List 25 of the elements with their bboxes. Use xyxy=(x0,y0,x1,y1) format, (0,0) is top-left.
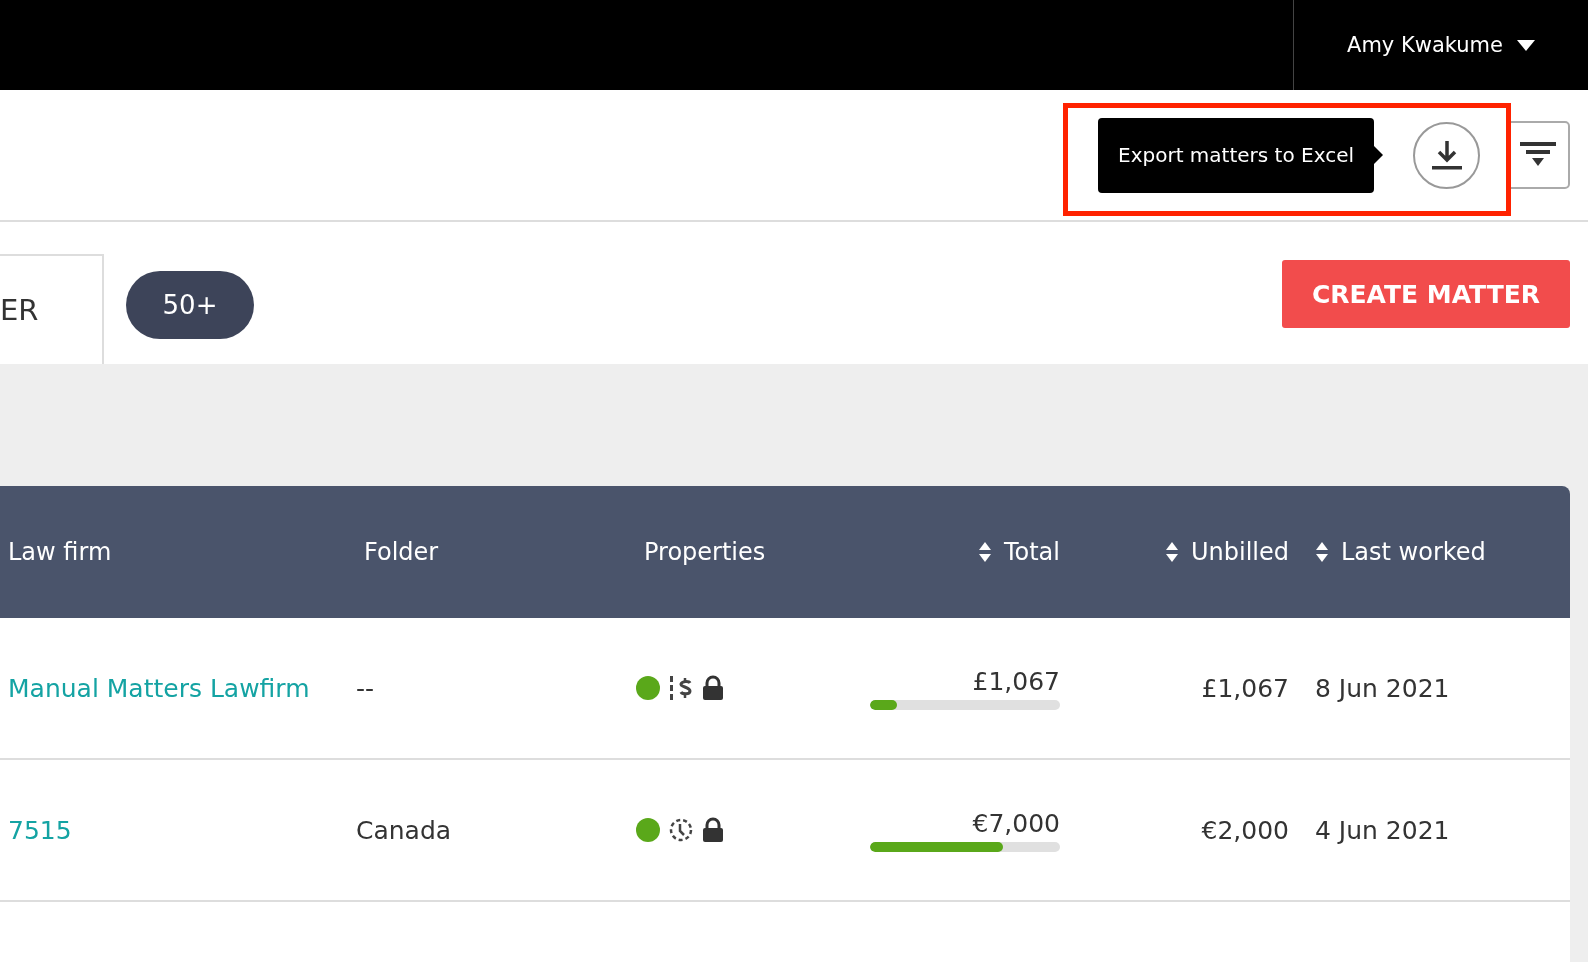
column-header: Properties xyxy=(644,538,766,566)
tooltip: Export matters to Excel xyxy=(1098,117,1374,193)
filter-icon xyxy=(1520,142,1556,168)
unbilled-cell: £1,067 xyxy=(1201,673,1289,703)
download-icon xyxy=(1429,138,1464,172)
column-header[interactable]: Total xyxy=(1003,538,1060,566)
column-header: Folder xyxy=(364,538,439,566)
column-header[interactable]: Unbilled xyxy=(1191,538,1289,566)
sort-icon[interactable] xyxy=(1315,541,1329,563)
unbilled-cell: €2,000 xyxy=(1201,815,1289,845)
count-badge: 50+ xyxy=(126,271,254,339)
column-header[interactable]: Last worked xyxy=(1341,538,1486,566)
caret-icon xyxy=(1516,39,1535,51)
tab[interactable]: ER xyxy=(0,254,104,364)
folder-cell: -- xyxy=(356,673,375,703)
last-worked-cell: 4 Jun 2021 xyxy=(1315,815,1450,845)
create-matter-button[interactable]: CREATE MATTER xyxy=(1282,260,1570,328)
total-cell: €7,000 xyxy=(972,808,1060,838)
total-cell: £1,067 xyxy=(972,666,1060,696)
sort-icon[interactable] xyxy=(977,541,992,563)
folder-cell: Canada xyxy=(356,815,452,845)
tooltip-arrow xyxy=(1374,146,1383,164)
sort-icon[interactable] xyxy=(1165,541,1179,563)
column-header: Law firm xyxy=(8,538,112,566)
last-worked-cell: 8 Jun 2021 xyxy=(1315,673,1450,703)
